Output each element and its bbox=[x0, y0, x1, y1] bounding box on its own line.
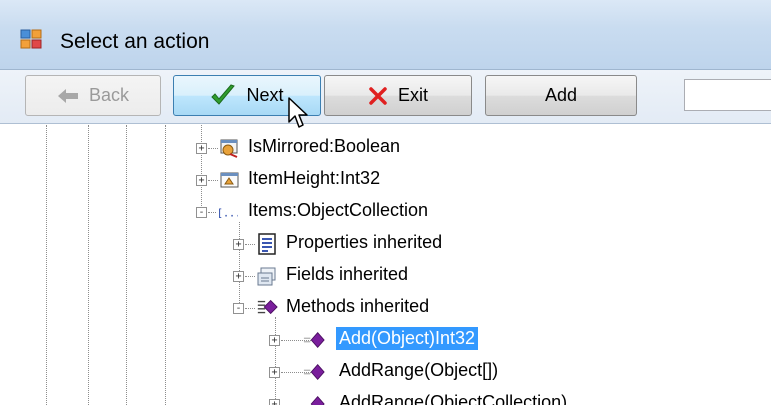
tree-node-label[interactable]: IsMirrored:Boolean bbox=[245, 135, 403, 158]
method-icon bbox=[310, 395, 325, 405]
expand-toggle[interactable]: + bbox=[233, 271, 244, 282]
property-icon bbox=[220, 139, 238, 158]
add-button-label: Add bbox=[544, 85, 578, 105]
tree-guide-line bbox=[46, 125, 47, 405]
expand-toggle[interactable]: + bbox=[269, 399, 280, 405]
svg-text:[...]: [...] bbox=[217, 208, 238, 219]
tree-connector bbox=[208, 148, 218, 149]
tree-node-label[interactable]: Methods inherited bbox=[283, 295, 432, 318]
tree-connector bbox=[245, 244, 255, 245]
mouse-pointer-icon bbox=[288, 97, 308, 128]
tree-connector bbox=[208, 212, 216, 213]
add-button[interactable]: Add bbox=[485, 75, 637, 116]
tree-node-label[interactable]: AddRange(ObjectCollection) bbox=[336, 391, 570, 405]
expand-toggle[interactable]: + bbox=[233, 239, 244, 250]
tree-guide-line bbox=[165, 125, 166, 405]
tree-connector bbox=[208, 180, 218, 181]
tree-node-label[interactable]: Add(Object)Int32 bbox=[336, 327, 479, 350]
bracket-collection-icon: [...] bbox=[217, 208, 238, 219]
back-button-label: Back bbox=[88, 85, 130, 105]
member-tree[interactable]: + IsMirrored:Boolean + ItemHeight:Int32 … bbox=[0, 125, 771, 405]
expand-toggle[interactable]: + bbox=[196, 143, 207, 154]
collapse-toggle[interactable]: - bbox=[196, 207, 207, 218]
toolbar: Back Next Exit Add bbox=[0, 70, 771, 124]
tree-node-label[interactable]: Properties inherited bbox=[283, 231, 445, 254]
methods-icon bbox=[257, 299, 278, 315]
tree-node-label[interactable]: Items:ObjectCollection bbox=[245, 199, 431, 222]
expand-toggle[interactable]: + bbox=[269, 367, 280, 378]
search-input[interactable] bbox=[684, 79, 771, 111]
tree-connector bbox=[245, 276, 255, 277]
back-button[interactable]: Back bbox=[25, 75, 161, 116]
fields-icon bbox=[257, 267, 276, 286]
red-x-icon bbox=[369, 86, 387, 105]
tree-node-label[interactable]: AddRange(Object[]) bbox=[336, 359, 501, 382]
tree-node-label[interactable]: ItemHeight:Int32 bbox=[245, 167, 383, 190]
tree-node-label[interactable]: Fields inherited bbox=[283, 263, 411, 286]
tree-guide-line bbox=[126, 125, 127, 405]
app-form-icon bbox=[20, 29, 42, 49]
tree-connector bbox=[275, 317, 276, 405]
back-arrow-icon bbox=[57, 88, 78, 103]
expand-toggle[interactable]: + bbox=[269, 335, 280, 346]
action-dialog-window: Select an action Back Next Exit Add + Is… bbox=[0, 0, 771, 405]
tree-connector bbox=[201, 125, 202, 212]
method-icon bbox=[303, 363, 325, 381]
property-icon bbox=[220, 172, 239, 188]
next-button-label: Next bbox=[246, 85, 284, 105]
exit-button[interactable]: Exit bbox=[324, 75, 472, 116]
collapse-toggle[interactable]: - bbox=[233, 303, 244, 314]
window-title: Select an action bbox=[60, 30, 210, 53]
tree-connector bbox=[239, 222, 240, 307]
exit-button-label: Exit bbox=[397, 85, 428, 105]
method-icon bbox=[303, 331, 325, 349]
properties-list-icon bbox=[258, 233, 276, 255]
tree-connector bbox=[245, 308, 255, 309]
title-bar[interactable]: Select an action bbox=[0, 0, 771, 70]
expand-toggle[interactable]: + bbox=[196, 175, 207, 186]
green-check-icon bbox=[211, 83, 236, 105]
tree-guide-line bbox=[88, 125, 89, 405]
